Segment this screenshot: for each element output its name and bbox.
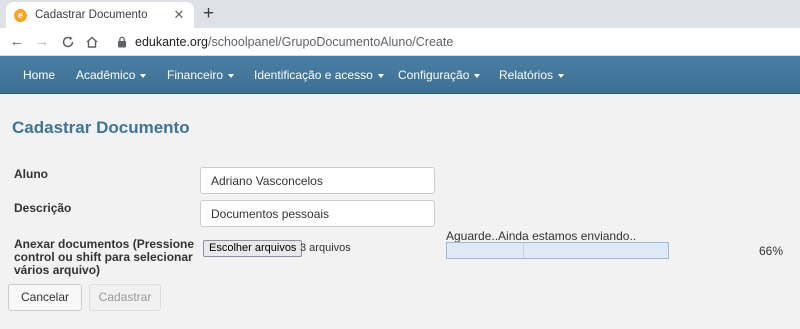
choose-files-button[interactable]: Escolher arquivos <box>203 240 303 257</box>
anexar-label-line: vários arquivo) <box>14 263 101 277</box>
lock-icon[interactable] <box>117 36 127 48</box>
nav-item-financeiro[interactable]: Financeiro <box>167 56 235 94</box>
submit-button[interactable]: Cadastrar <box>89 284 161 311</box>
upload-progress-percent: 66% <box>759 244 784 258</box>
nav-item-label: Relatórios <box>499 68 554 82</box>
caret-down-icon <box>474 73 481 78</box>
descricao-label: Descrição <box>14 201 72 215</box>
nav-item-home[interactable]: Home <box>23 56 55 94</box>
caret-down-icon <box>228 73 235 78</box>
url-path: /schoolpanel/GrupoDocumentoAluno/Create <box>207 35 454 49</box>
forward-icon[interactable]: → <box>33 33 51 51</box>
browser-tabstrip: e Cadastrar Documento ✕ + <box>0 0 800 28</box>
back-icon[interactable]: ← <box>8 33 26 51</box>
tab-title: Cadastrar Documento <box>35 9 148 21</box>
nav-item-academico[interactable]: Acadêmico <box>76 56 147 94</box>
caret-down-icon <box>558 73 565 78</box>
aluno-label: Aluno <box>14 167 48 181</box>
file-count: 3 arquivos <box>300 242 351 254</box>
nav-item-label: Home <box>23 68 56 82</box>
nav-item-label: Identificação e acesso <box>254 68 373 82</box>
browser-toolbar: ← → edukante.org/schoolpanel/GrupoDocume… <box>0 28 800 56</box>
home-icon[interactable] <box>83 33 101 51</box>
upload-progress-fill <box>447 243 525 258</box>
caret-down-icon <box>140 73 147 78</box>
tab-close-icon[interactable]: ✕ <box>172 7 186 23</box>
upload-progress-bar <box>446 242 669 259</box>
nav-item-relatorios[interactable]: Relatórios <box>499 56 565 94</box>
descricao-input[interactable] <box>200 200 435 227</box>
browser-tab[interactable]: e Cadastrar Documento ✕ <box>6 2 194 28</box>
page-title: Cadastrar Documento <box>12 118 190 137</box>
nav-item-label: Financeiro <box>167 68 224 82</box>
new-tab-icon[interactable]: + <box>203 4 214 24</box>
anexar-label: Anexar documentos (Pressione control ou … <box>14 238 194 277</box>
cancel-button[interactable]: Cancelar <box>8 284 82 311</box>
upload-status-text: Aguarde..Ainda estamos enviando.. <box>446 229 637 243</box>
nav-item-identificacao[interactable]: Identificação e acesso <box>254 56 384 94</box>
nav-item-configuracao[interactable]: Configuração <box>398 56 481 94</box>
aluno-input[interactable] <box>200 167 435 194</box>
caret-down-icon <box>377 73 384 78</box>
nav-item-label: Acadêmico <box>76 68 136 82</box>
url-domain: edukante.org <box>135 35 208 49</box>
edukante-favicon-icon: e <box>14 8 27 22</box>
main-navbar: Home Acadêmico Financeiro Identificação … <box>0 56 800 94</box>
reload-icon[interactable] <box>59 33 77 51</box>
address-bar[interactable]: edukante.org/schoolpanel/GrupoDocumentoA… <box>135 35 453 49</box>
nav-item-label: Configuração <box>398 68 470 82</box>
